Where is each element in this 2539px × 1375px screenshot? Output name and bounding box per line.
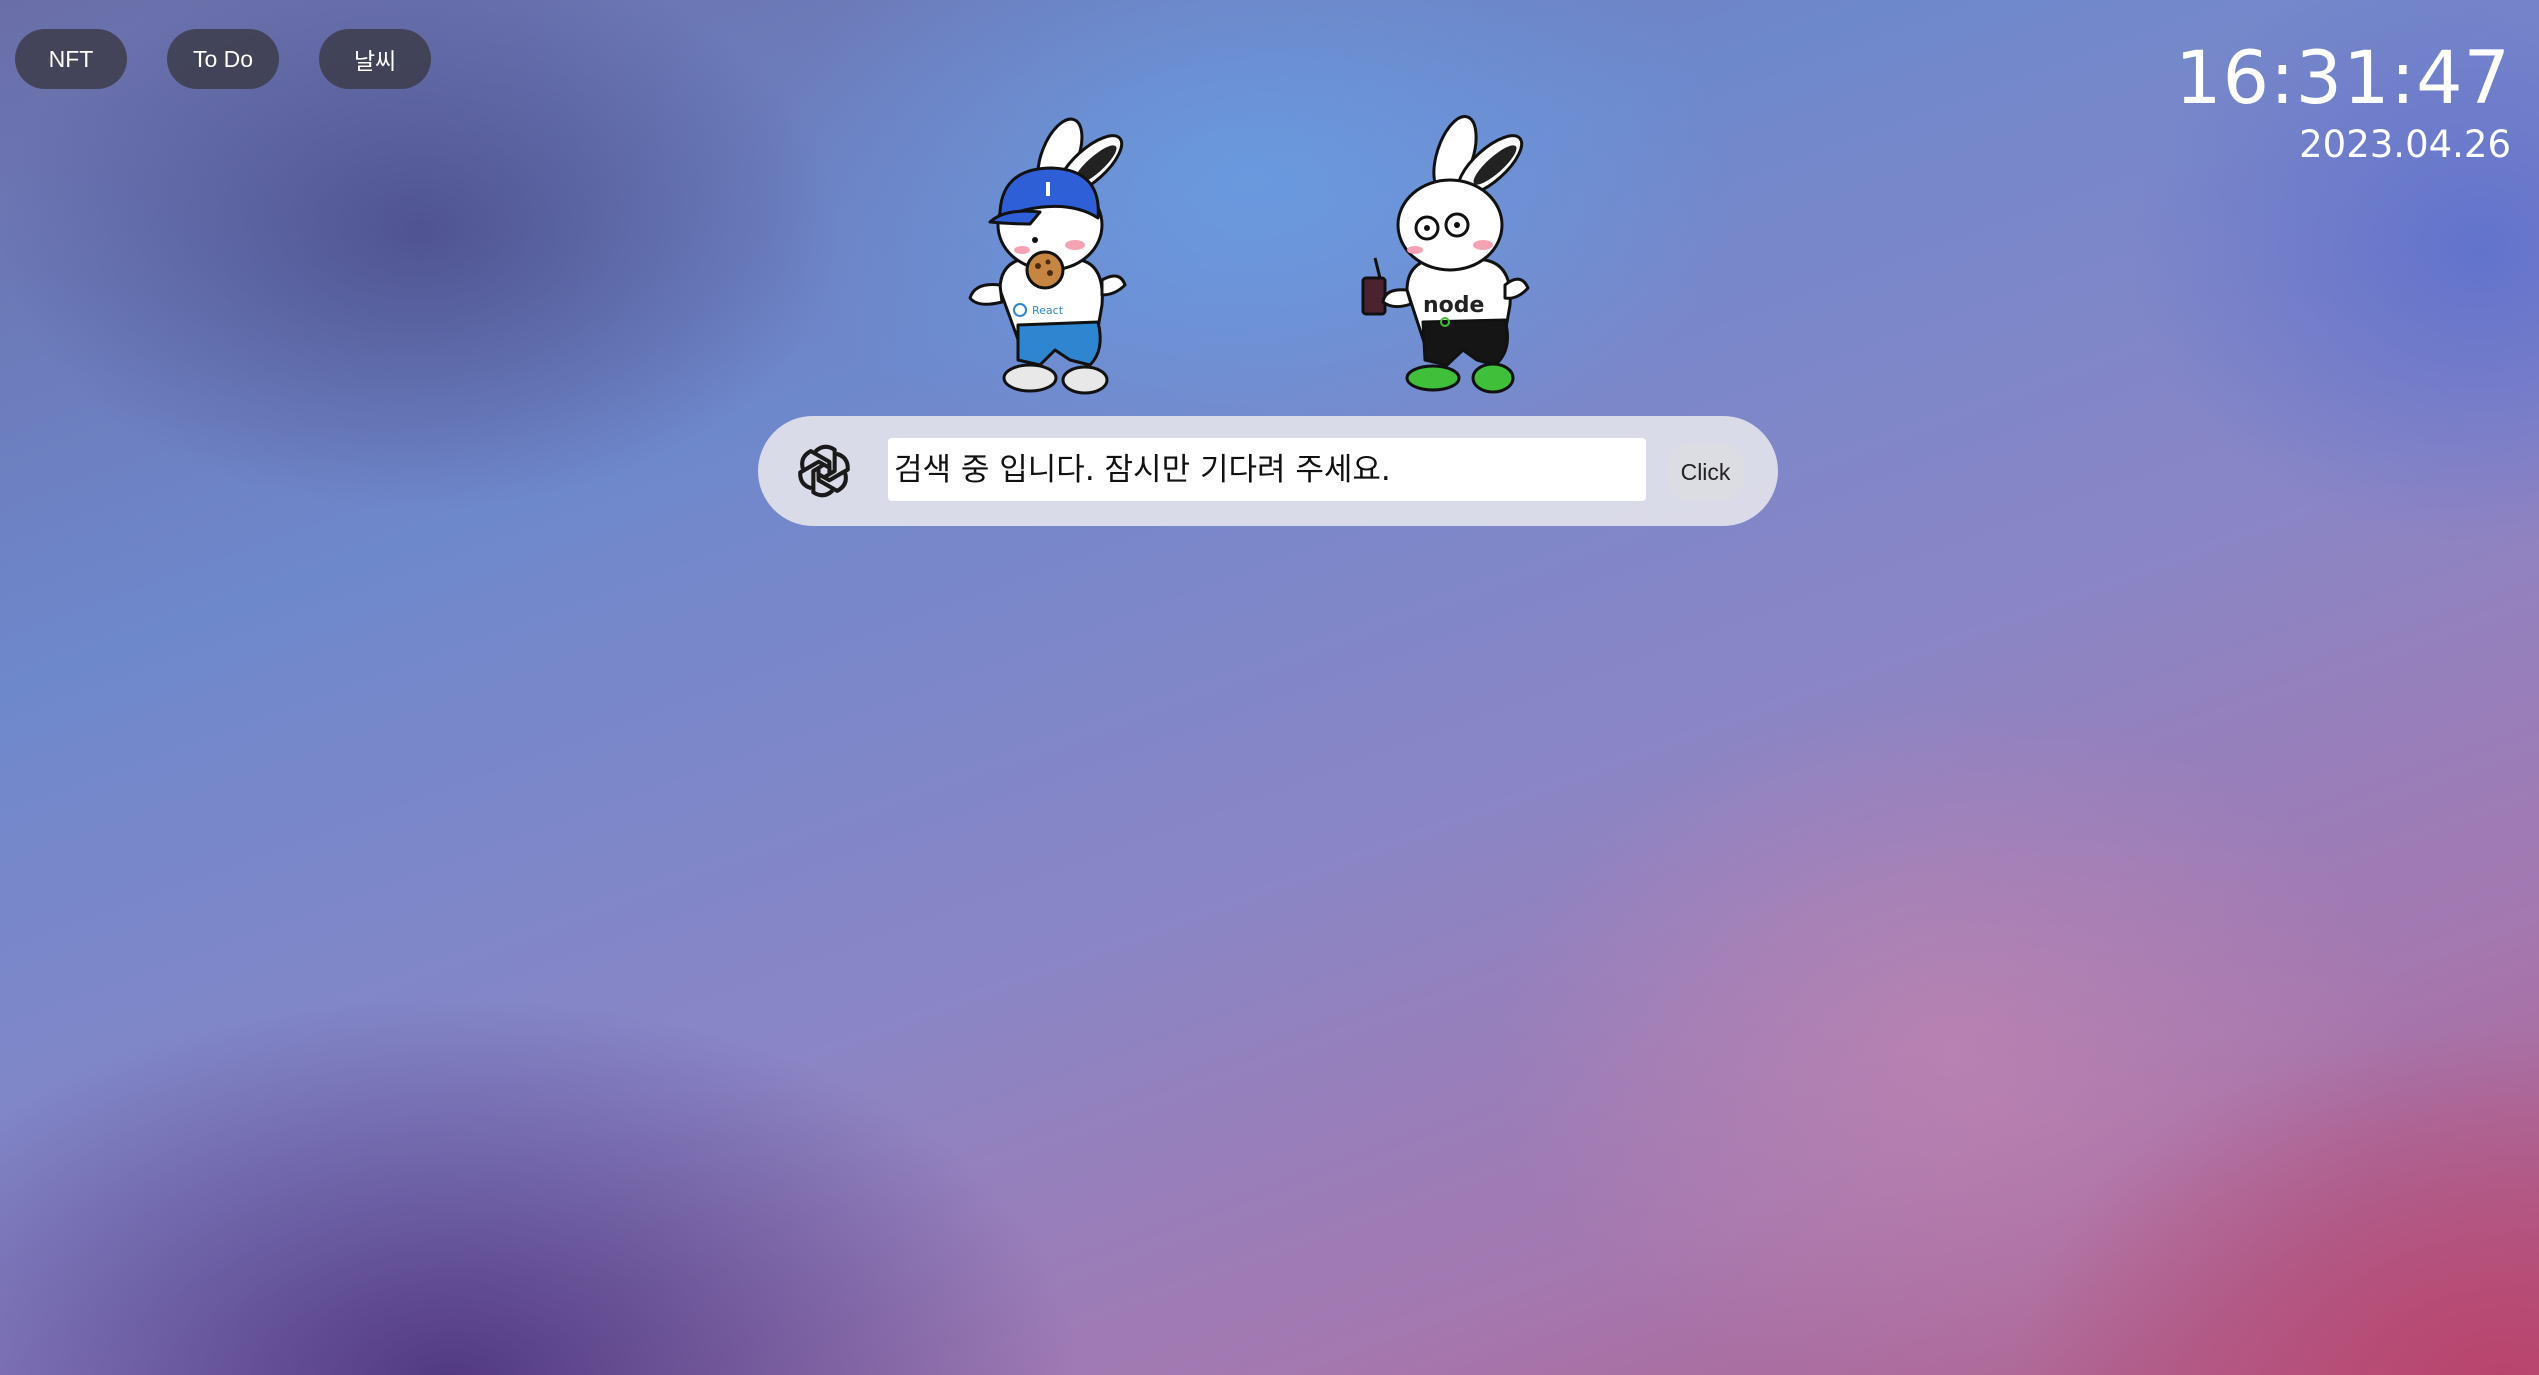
openai-logo-icon <box>798 444 850 498</box>
nav-button-todo[interactable]: To Do <box>167 29 279 89</box>
search-input[interactable] <box>888 438 1646 501</box>
top-nav: NFT To Do 날씨 <box>15 29 431 89</box>
react-shirt-text: React <box>1032 304 1064 317</box>
search-bar: Click <box>758 416 1778 526</box>
click-button[interactable]: Click <box>1668 443 1743 501</box>
react-bunny-mascot: React <box>968 117 1127 395</box>
clock-widget: 16:31:47 2023.04.26 <box>2175 38 2511 170</box>
nav-button-weather[interactable]: 날씨 <box>319 29 431 89</box>
clock-time: 16:31:47 <box>2175 36 2511 121</box>
node-shirt-text: node <box>1423 293 1484 318</box>
node-bunny-mascot: node <box>1361 115 1530 394</box>
nav-button-nft[interactable]: NFT <box>15 29 127 89</box>
clock-date: 2023.04.26 <box>2299 123 2511 166</box>
